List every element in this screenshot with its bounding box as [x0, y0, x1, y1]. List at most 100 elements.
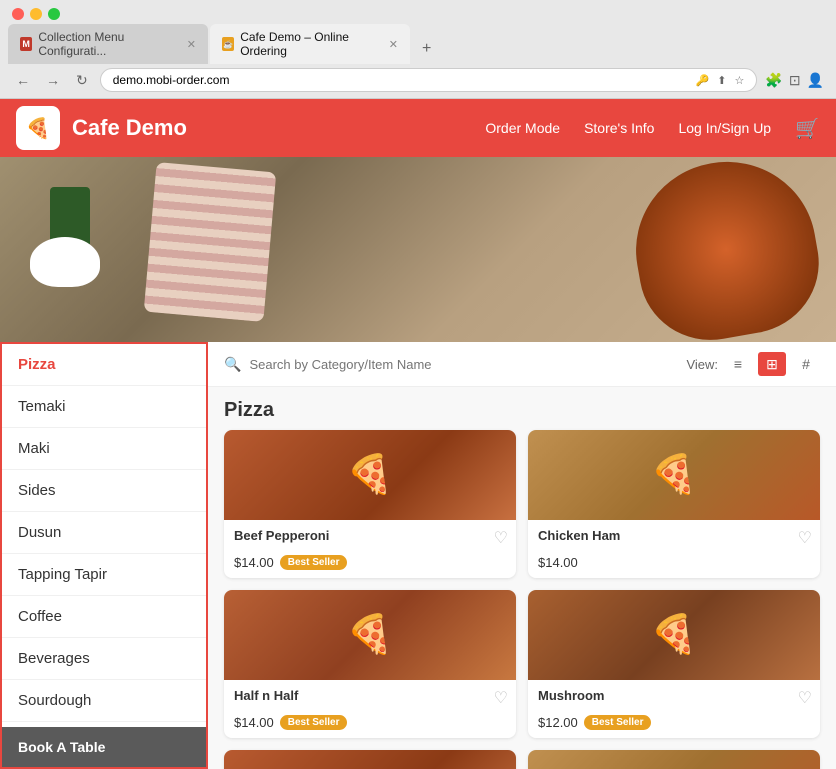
item-image-spicy-beef: 🍕: [528, 750, 820, 769]
sidebar-item-tapping-tapir[interactable]: Tapping Tapir: [2, 554, 206, 596]
list-view-button[interactable]: ≡: [724, 352, 752, 376]
item-price-row-chicken-ham: $14.00: [528, 551, 820, 578]
item-image-mushroom: 🍕: [528, 590, 820, 680]
profile-icon: 👤: [807, 72, 824, 89]
new-tab-button[interactable]: +: [412, 34, 441, 64]
item-name-mushroom: Mushroom: [538, 688, 810, 703]
main-layout: Pizza Temaki Maki Sides Dusun Tapping Ta…: [0, 342, 836, 769]
sidebar-item-dusun[interactable]: Dusun: [2, 512, 206, 554]
heart-button-mushroom[interactable]: ♡: [798, 688, 812, 708]
item-price-half-n-half: $14.00: [234, 715, 274, 730]
url-text: demo.mobi-order.com: [113, 73, 230, 87]
view-label: View:: [686, 357, 718, 372]
item-price-chicken-ham: $14.00: [538, 555, 578, 570]
cart-icon[interactable]: 🛒: [795, 116, 820, 141]
item-image-half-n-half: 🍕: [224, 590, 516, 680]
share-icon: ⬆: [717, 74, 726, 87]
item-card-butter-cream[interactable]: 🍕 Butter Cream Chicken Sausage ♡ $14.00: [224, 750, 516, 769]
item-name-chicken-ham: Chicken Ham: [538, 528, 810, 543]
item-price-row-half-n-half: $14.00 Best Seller: [224, 711, 516, 738]
browser-chrome: M Collection Menu Configurati... ✕ ☕ Caf…: [0, 0, 836, 99]
item-card-spicy-beef[interactable]: 🍕 Spicy Beef Bacon ♡ $14.00: [528, 750, 820, 769]
tab-label-cafe: Cafe Demo – Online Ordering: [240, 30, 379, 58]
sidebar-item-maki[interactable]: Maki: [2, 428, 206, 470]
heart-button-half-n-half[interactable]: ♡: [494, 688, 508, 708]
item-price-beef-pepperoni: $14.00: [234, 555, 274, 570]
tab-close-cafe[interactable]: ✕: [389, 38, 398, 51]
forward-button[interactable]: →: [42, 70, 64, 90]
app-header: 🍕 Cafe Demo Order Mode Store's Info Log …: [0, 99, 836, 157]
items-grid: 🍕 Beef Pepperoni ♡ $14.00 Best Seller 🍕 …: [208, 430, 836, 769]
url-bar-row: ← → ↻ demo.mobi-order.com 🔑 ⬆ ☆ 🧩 ⊡ 👤: [0, 64, 836, 98]
star-icon: ☆: [735, 74, 745, 87]
view-controls: View: ≡ ⊞ #: [686, 352, 820, 376]
item-price-row-mushroom: $12.00 Best Seller: [528, 711, 820, 738]
grid3-view-button[interactable]: #: [792, 352, 820, 376]
url-bar[interactable]: demo.mobi-order.com 🔑 ⬆ ☆: [100, 68, 758, 92]
sidebar-item-sides[interactable]: Sides: [2, 470, 206, 512]
logo-icon: 🍕: [26, 116, 51, 141]
best-seller-badge-beef-pepperoni: Best Seller: [280, 555, 348, 570]
category-title: Pizza: [208, 387, 836, 430]
item-info-mushroom: Mushroom ♡: [528, 680, 820, 711]
sidebar-item-temaki[interactable]: Temaki: [2, 386, 206, 428]
heart-button-chicken-ham[interactable]: ♡: [798, 528, 812, 548]
item-name-half-n-half: Half n Half: [234, 688, 506, 703]
item-price-row-beef-pepperoni: $14.00 Best Seller: [224, 551, 516, 578]
search-bar-row: 🔍 View: ≡ ⊞ #: [208, 342, 836, 387]
window-controls: [0, 0, 836, 24]
sidebar-item-beverages[interactable]: Beverages: [2, 638, 206, 680]
pizza-emoji-4: 🍕: [650, 613, 697, 657]
tab-cafe[interactable]: ☕ Cafe Demo – Online Ordering ✕: [210, 24, 410, 64]
tab-close-collection[interactable]: ✕: [187, 38, 196, 51]
tab-collection[interactable]: M Collection Menu Configurati... ✕: [8, 24, 208, 64]
item-image-beef-pepperoni: 🍕: [224, 430, 516, 520]
close-button[interactable]: [12, 8, 24, 20]
item-card-chicken-ham[interactable]: 🍕 Chicken Ham ♡ $14.00: [528, 430, 820, 578]
sidebar-item-pizza[interactable]: Pizza: [2, 344, 206, 386]
item-price-mushroom: $12.00: [538, 715, 578, 730]
sidebar-item-coffee[interactable]: Coffee: [2, 596, 206, 638]
reload-button[interactable]: ↻: [72, 70, 92, 91]
hero-pizza-decor: [622, 157, 830, 342]
item-info-chicken-ham: Chicken Ham ♡: [528, 520, 820, 551]
tab-favicon-m: M: [20, 37, 32, 51]
search-input[interactable]: [249, 357, 678, 372]
heart-button-beef-pepperoni[interactable]: ♡: [494, 528, 508, 548]
content-area: 🔍 View: ≡ ⊞ # Pizza 🍕 Beef Pepperoni ♡: [208, 342, 836, 769]
item-info-beef-pepperoni: Beef Pepperoni ♡: [224, 520, 516, 551]
pizza-emoji-1: 🍕: [346, 453, 393, 497]
pizza-emoji-2: 🍕: [650, 453, 697, 497]
stores-info-link[interactable]: Store's Info: [584, 120, 654, 136]
grid2-view-button[interactable]: ⊞: [758, 352, 786, 376]
maximize-button[interactable]: [48, 8, 60, 20]
hero-background: [0, 157, 836, 342]
tab-favicon-cafe: ☕: [222, 37, 234, 51]
item-image-butter-cream: 🍕: [224, 750, 516, 769]
minimize-button[interactable]: [30, 8, 42, 20]
item-card-half-n-half[interactable]: 🍕 Half n Half ♡ $14.00 Best Seller: [224, 590, 516, 738]
category-sidebar: Pizza Temaki Maki Sides Dusun Tapping Ta…: [0, 342, 208, 769]
hero-bowl-decor: [30, 237, 100, 287]
back-button[interactable]: ←: [12, 70, 34, 90]
tab-label-collection: Collection Menu Configurati...: [38, 30, 176, 58]
puzzle-icon: 🧩: [765, 72, 782, 89]
key-icon: 🔑: [696, 74, 710, 87]
app-logo[interactable]: 🍕: [16, 106, 60, 150]
app-nav: Order Mode Store's Info Log In/Sign Up 🛒: [485, 116, 820, 141]
columns-icon: ⊡: [789, 72, 801, 89]
item-card-beef-pepperoni[interactable]: 🍕 Beef Pepperoni ♡ $14.00 Best Seller: [224, 430, 516, 578]
hero-banner: [0, 157, 836, 342]
app-title: Cafe Demo: [72, 115, 485, 141]
extension-icons: 🧩 ⊡ 👤: [765, 72, 824, 89]
sidebar-item-sourdough[interactable]: Sourdough: [2, 680, 206, 722]
login-link[interactable]: Log In/Sign Up: [678, 120, 771, 136]
item-info-half-n-half: Half n Half ♡: [224, 680, 516, 711]
book-table-button[interactable]: Book A Table: [2, 727, 206, 767]
url-icons: 🔑 ⬆ ☆: [696, 74, 745, 87]
search-icon: 🔍: [224, 356, 241, 373]
order-mode-link[interactable]: Order Mode: [485, 120, 560, 136]
item-card-mushroom[interactable]: 🍕 Mushroom ♡ $12.00 Best Seller: [528, 590, 820, 738]
browser-tabs: M Collection Menu Configurati... ✕ ☕ Caf…: [0, 24, 836, 64]
best-seller-badge-half-n-half: Best Seller: [280, 715, 348, 730]
